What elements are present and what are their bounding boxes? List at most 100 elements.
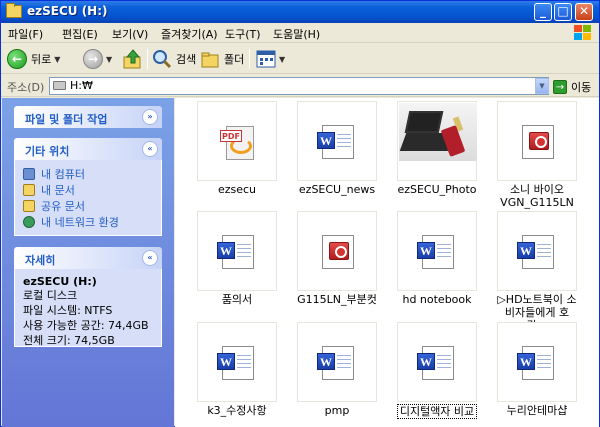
drive-name: ezSECU (H:): [23, 275, 97, 288]
file-item[interactable]: W ▷HD노트북이 소비자들에게 호감...: [489, 211, 585, 332]
chevron-down-icon[interactable]: ▼: [54, 55, 60, 64]
word-document-icon: W: [217, 346, 254, 380]
word-document-icon: W: [417, 346, 454, 380]
maximize-button[interactable]: □: [554, 3, 572, 21]
file-item[interactable]: W hd notebook: [389, 211, 485, 313]
file-thumbnail: W: [297, 322, 377, 402]
file-item-selected[interactable]: W 디지털액자 비교: [389, 322, 485, 424]
file-name: 디지털액자 비교: [397, 404, 477, 419]
word-document-icon: W: [317, 346, 354, 380]
place-shared-documents[interactable]: 공유 문서: [23, 198, 153, 214]
file-thumbnail: [497, 101, 577, 181]
file-item[interactable]: W k3_수정사항: [189, 322, 285, 424]
file-thumbnail: W: [497, 322, 577, 402]
word-document-icon: W: [517, 235, 554, 269]
folders-icon: [201, 52, 219, 68]
back-label: 뒤로: [31, 53, 52, 66]
views-button[interactable]: ▼: [256, 47, 285, 71]
toolbar-separator: [147, 49, 148, 69]
file-name: 품의서: [221, 293, 253, 306]
network-icon: [23, 216, 35, 228]
title-bar[interactable]: ezSECU (H:) _ □ ✕: [1, 1, 599, 23]
drive-total-size: 전체 크기: 74,5GB: [23, 334, 115, 347]
drive-icon: [53, 81, 66, 90]
file-item[interactable]: W 누리안테마샵: [489, 322, 585, 424]
word-document-icon: W: [517, 346, 554, 380]
file-thumbnail: [297, 211, 377, 291]
file-name: ezsecu: [217, 183, 257, 196]
address-input[interactable]: H:₩: [49, 77, 549, 95]
forward-button[interactable]: → ▼: [83, 47, 112, 71]
search-label: 검색: [176, 53, 197, 66]
file-tasks-header[interactable]: 파일 및 폴더 작업 »: [14, 106, 162, 128]
menu-file[interactable]: 파일(F): [8, 26, 43, 42]
file-item[interactable]: ezSECU_Photo: [389, 101, 485, 203]
back-button[interactable]: ← 뒤로 ▼: [7, 47, 60, 71]
menu-edit[interactable]: 편집(E): [62, 26, 98, 42]
collapse-icon[interactable]: «: [142, 250, 158, 266]
place-label: 공유 문서: [41, 200, 85, 213]
search-button[interactable]: 검색: [152, 47, 196, 71]
file-name: k3_수정사항: [207, 404, 267, 417]
details-header[interactable]: 자세히 «: [14, 247, 162, 269]
chevron-down-icon[interactable]: ▼: [535, 78, 549, 94]
views-icon: [256, 50, 276, 68]
other-places-panel: 기타 위치 « 내 컴퓨터 내 문서 공유 문서 내 네트워크 환경: [14, 138, 162, 236]
file-item[interactable]: W 품의서: [189, 211, 285, 313]
file-thumbnail: W: [497, 211, 577, 291]
folder-icon: [6, 3, 22, 18]
details-panel: 자세히 « ezSECU (H:) 로컬 디스크 파일 시스템: NTFS 사용…: [14, 247, 162, 347]
file-item[interactable]: W pmp: [289, 322, 385, 424]
file-name: ezSECU_Photo: [397, 183, 477, 196]
place-my-computer[interactable]: 내 컴퓨터: [23, 166, 153, 182]
file-item[interactable]: 소니 바이오 VGN_G115LN: [489, 101, 585, 209]
place-my-documents[interactable]: 내 문서: [23, 182, 153, 198]
word-document-icon: W: [317, 125, 354, 159]
chevron-down-icon[interactable]: ▼: [106, 55, 112, 64]
expand-icon[interactable]: »: [142, 109, 158, 125]
powerpoint-document-icon: [522, 125, 554, 159]
go-button[interactable]: → 이동: [553, 78, 591, 95]
forward-arrow-icon: →: [83, 49, 103, 69]
file-thumbnail: [397, 101, 477, 181]
menu-favorites[interactable]: 즐겨찾기(A): [161, 26, 218, 42]
place-label: 내 컴퓨터: [41, 168, 85, 181]
chevron-down-icon[interactable]: ▼: [279, 55, 285, 64]
up-folder-button[interactable]: [122, 47, 144, 71]
file-name: 소니 바이오 VGN_G115LN: [500, 183, 574, 209]
file-item[interactable]: G115LN_부분컷: [289, 211, 385, 313]
panel-title: 기타 위치: [25, 145, 70, 158]
explorer-window: ezSECU (H:) _ □ ✕ 파일(F) 편집(E) 보기(V) 즐겨찾기…: [0, 0, 600, 427]
pdf-icon: PDF: [220, 120, 256, 162]
file-name: pmp: [324, 404, 350, 417]
file-thumbnail: W: [397, 322, 477, 402]
address-label: 주소(D): [7, 81, 45, 94]
folders-button[interactable]: 폴더: [200, 47, 244, 71]
file-tasks-panel: 파일 및 폴더 작업 »: [14, 106, 162, 128]
collapse-icon[interactable]: «: [142, 141, 158, 157]
file-item[interactable]: W ezSECU_news: [289, 101, 385, 203]
file-thumbnail: W: [297, 101, 377, 181]
file-item[interactable]: PDF ezsecu: [189, 101, 285, 203]
drive-filesystem: 파일 시스템: NTFS: [23, 304, 113, 317]
address-bar: 주소(D) H:₩ ▼ → 이동: [1, 75, 599, 97]
menu-bar: 파일(F) 편집(E) 보기(V) 즐겨찾기(A) 도구(T) 도움말(H): [1, 23, 599, 43]
menu-help[interactable]: 도움말(H): [273, 26, 320, 42]
up-folder-icon: [123, 49, 141, 69]
laptop-photo-icon: [399, 103, 477, 161]
task-pane: 파일 및 폴더 작업 » 기타 위치 « 내 컴퓨터 내 문서 공유 문서 내 …: [2, 98, 174, 427]
drive-free-space: 사용 가능한 공간: 74,4GB: [23, 319, 149, 332]
place-network[interactable]: 내 네트워크 환경: [23, 214, 153, 230]
go-arrow-icon: →: [553, 79, 567, 94]
shared-folder-icon: [23, 200, 35, 212]
menu-view[interactable]: 보기(V): [112, 26, 148, 42]
file-view[interactable]: PDF ezsecu W ezSECU_news ezSECU_Photo 소니…: [175, 98, 599, 427]
close-button[interactable]: ✕: [575, 3, 593, 21]
file-thumbnail: W: [197, 322, 277, 402]
other-places-header[interactable]: 기타 위치 «: [14, 138, 162, 160]
file-name: G115LN_부분컷: [297, 293, 377, 306]
menu-tools[interactable]: 도구(T): [225, 26, 261, 42]
minimize-button[interactable]: _: [534, 3, 552, 21]
toolbar: ← 뒤로 ▼ → ▼ 검색 폴더 ▼: [1, 44, 599, 74]
documents-folder-icon: [23, 184, 35, 196]
